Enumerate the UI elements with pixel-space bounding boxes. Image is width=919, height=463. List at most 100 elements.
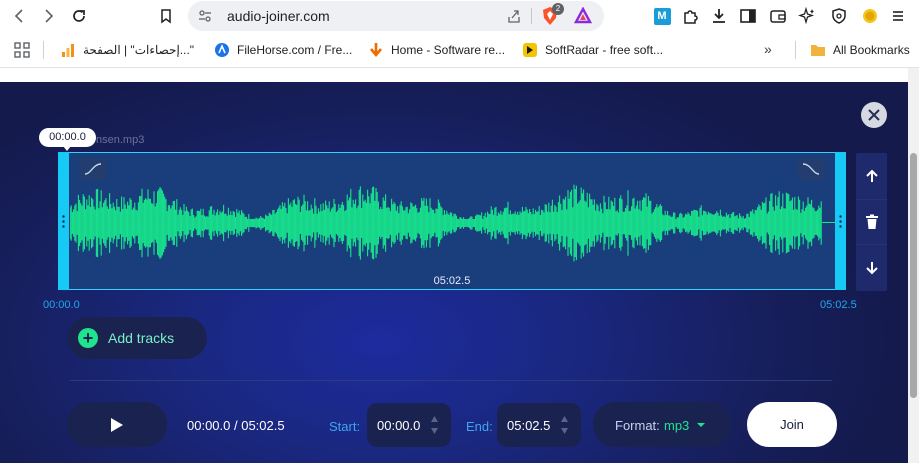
omnibox-separator xyxy=(531,8,532,24)
bookmarks-separator xyxy=(795,41,796,59)
coin-icon xyxy=(863,9,877,23)
arrow-up-icon xyxy=(865,169,878,182)
track-end-time: 05:02.5 xyxy=(820,299,857,311)
softradar-favicon xyxy=(523,43,537,57)
m-icon: M xyxy=(653,7,671,25)
track-actions-panel xyxy=(856,153,887,291)
start-label: Start: xyxy=(329,419,361,434)
stepper-arrows-icon xyxy=(561,416,568,434)
fade-in-button[interactable] xyxy=(79,158,107,180)
grip-icon xyxy=(839,214,842,228)
menu-icon xyxy=(893,11,903,21)
download-icon xyxy=(713,9,725,23)
bookmark-label: Home - Software re... xyxy=(391,43,506,57)
play-icon xyxy=(111,417,123,432)
vpn-icon xyxy=(832,8,846,24)
end-time-stepper[interactable] xyxy=(560,414,569,436)
end-time-field[interactable]: 05:02.5 xyxy=(497,403,581,447)
leo-ai-button[interactable] xyxy=(797,6,817,26)
bookmarks-separator xyxy=(43,41,44,59)
track-file-name: nsen.mp3 xyxy=(96,134,145,146)
back-button[interactable] xyxy=(5,1,35,31)
bookmark-softradar[interactable]: SoftRadar - free soft... xyxy=(522,40,663,60)
arrow-down-favicon xyxy=(370,43,382,58)
filehorse-favicon xyxy=(215,43,229,57)
all-bookmarks-button[interactable]: All Bookmarks xyxy=(810,40,910,60)
address-bar[interactable]: audio-joiner.com 2 xyxy=(188,1,604,31)
bookmark-label: FileHorse.com / Fre... xyxy=(237,43,353,57)
delete-track-button[interactable] xyxy=(856,199,887,245)
waveform-tail-line xyxy=(822,222,835,223)
more-bookmarks-button[interactable]: » xyxy=(764,41,772,57)
arrow-down-icon xyxy=(865,262,878,275)
plus-icon: + xyxy=(78,328,98,348)
format-label: Format: xyxy=(615,418,660,433)
reload-icon xyxy=(73,10,85,22)
folder-icon xyxy=(811,45,825,56)
coin-extension-button[interactable] xyxy=(860,6,880,26)
remove-track-close-button[interactable] xyxy=(861,102,887,128)
start-time-field[interactable]: 00:00.0 xyxy=(367,403,451,447)
move-track-down-button[interactable] xyxy=(856,245,887,291)
start-time-stepper[interactable] xyxy=(430,414,439,436)
format-dropdown[interactable]: Format: mp3 xyxy=(593,402,731,447)
stats-favicon xyxy=(62,44,74,57)
bookmark-home-software[interactable]: Home - Software re... xyxy=(368,40,505,60)
bookmark-page-button[interactable] xyxy=(151,1,181,31)
fade-in-icon xyxy=(84,163,102,175)
selection-end-handle[interactable] xyxy=(835,152,846,290)
downloads-button[interactable] xyxy=(709,6,729,26)
brave-shields-count: 2 xyxy=(552,3,564,15)
add-tracks-label: Add tracks xyxy=(108,330,175,346)
sidebar-icon xyxy=(740,9,756,23)
controls-divider xyxy=(70,380,832,381)
forward-icon xyxy=(45,9,54,23)
fade-out-icon xyxy=(802,163,820,175)
extensions-button[interactable] xyxy=(681,6,701,26)
bookmark-stats[interactable]: إحصاءات" | الصفحة..." xyxy=(60,40,194,60)
forward-button[interactable] xyxy=(33,1,63,31)
waveform-bars xyxy=(70,184,822,262)
sparkle-icon xyxy=(798,7,815,25)
bookmark-label: إحصاءات" | الصفحة..." xyxy=(83,43,195,57)
grip-icon xyxy=(62,214,65,228)
playhead-time-bubble: 00:00.0 xyxy=(39,128,96,147)
m-extension-button[interactable]: M xyxy=(652,6,672,26)
selection-duration: 05:02.5 xyxy=(433,275,471,287)
end-time-value[interactable]: 05:02.5 xyxy=(507,418,550,433)
wallet-button[interactable] xyxy=(768,6,788,26)
format-value: mp3 xyxy=(664,418,690,433)
puzzle-icon xyxy=(684,10,698,24)
site-settings-icon[interactable] xyxy=(198,9,212,23)
apps-grid-icon[interactable] xyxy=(14,42,30,58)
add-tracks-button[interactable]: + Add tracks xyxy=(67,317,207,359)
url-text[interactable]: audio-joiner.com xyxy=(227,8,330,24)
audio-waveform xyxy=(70,184,822,262)
page-top-strip xyxy=(0,68,908,82)
playhead-bubble-tail xyxy=(63,146,71,151)
end-label: End: xyxy=(466,419,493,434)
back-icon xyxy=(14,9,23,23)
trash-icon xyxy=(865,214,878,229)
all-bookmarks-label: All Bookmarks xyxy=(833,43,910,57)
share-icon[interactable] xyxy=(506,8,522,24)
playback-position: 00:00.0 / 05:02.5 xyxy=(187,418,285,433)
track-start-time: 00:00.0 xyxy=(43,299,80,311)
bookmark-filehorse[interactable]: FileHorse.com / Fre... xyxy=(214,40,352,60)
brave-rewards-icon[interactable] xyxy=(574,7,592,25)
join-button[interactable]: Join xyxy=(747,402,837,447)
bookmark-icon xyxy=(161,9,171,24)
menu-button[interactable] xyxy=(888,6,908,26)
fade-out-button[interactable] xyxy=(797,158,825,180)
scrollbar-thumb[interactable] xyxy=(910,153,917,398)
selection-start-handle[interactable] xyxy=(58,152,69,290)
reload-button[interactable] xyxy=(64,1,94,31)
wallet-icon xyxy=(770,10,786,23)
start-time-value[interactable]: 00:00.0 xyxy=(377,418,420,433)
move-track-up-button[interactable] xyxy=(856,153,887,199)
vpn-button[interactable] xyxy=(829,6,849,26)
sidebar-button[interactable] xyxy=(738,6,758,26)
page-scrollbar[interactable] xyxy=(908,68,919,463)
chevron-down-icon xyxy=(697,423,705,427)
play-button[interactable] xyxy=(67,402,167,447)
